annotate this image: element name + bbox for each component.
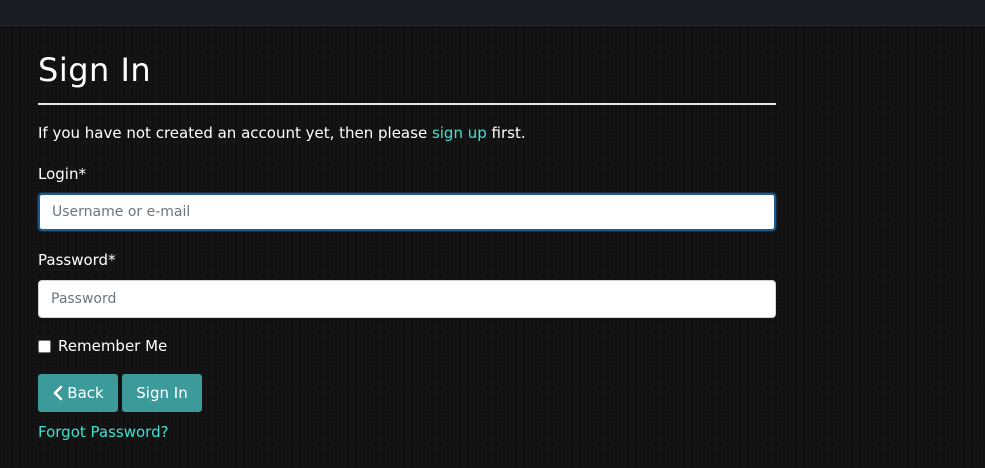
page-title: Sign In xyxy=(38,51,152,89)
top-navbar xyxy=(0,0,985,26)
remember-me-row: Remember Me xyxy=(38,336,167,356)
signup-prompt-text-before: If you have not created an account yet, … xyxy=(38,124,432,142)
login-label: Login* xyxy=(38,165,86,183)
remember-me-label: Remember Me xyxy=(58,337,168,355)
back-button-label: Back xyxy=(67,384,104,402)
remember-me-checkbox[interactable] xyxy=(38,339,51,353)
back-button[interactable]: Back xyxy=(38,374,118,412)
signup-prompt: If you have not created an account yet, … xyxy=(38,123,526,143)
chevron-left-icon xyxy=(53,385,63,401)
login-input[interactable] xyxy=(38,193,776,231)
title-divider xyxy=(38,103,776,105)
sign-in-button[interactable]: Sign In xyxy=(122,374,202,412)
sign-in-button-label: Sign In xyxy=(136,384,188,402)
sign-up-link[interactable]: sign up xyxy=(432,124,487,142)
forgot-password-link[interactable]: Forgot Password? xyxy=(38,422,169,442)
password-label: Password* xyxy=(38,251,116,269)
signup-prompt-text-after: first. xyxy=(486,124,526,142)
password-input[interactable] xyxy=(38,280,776,318)
